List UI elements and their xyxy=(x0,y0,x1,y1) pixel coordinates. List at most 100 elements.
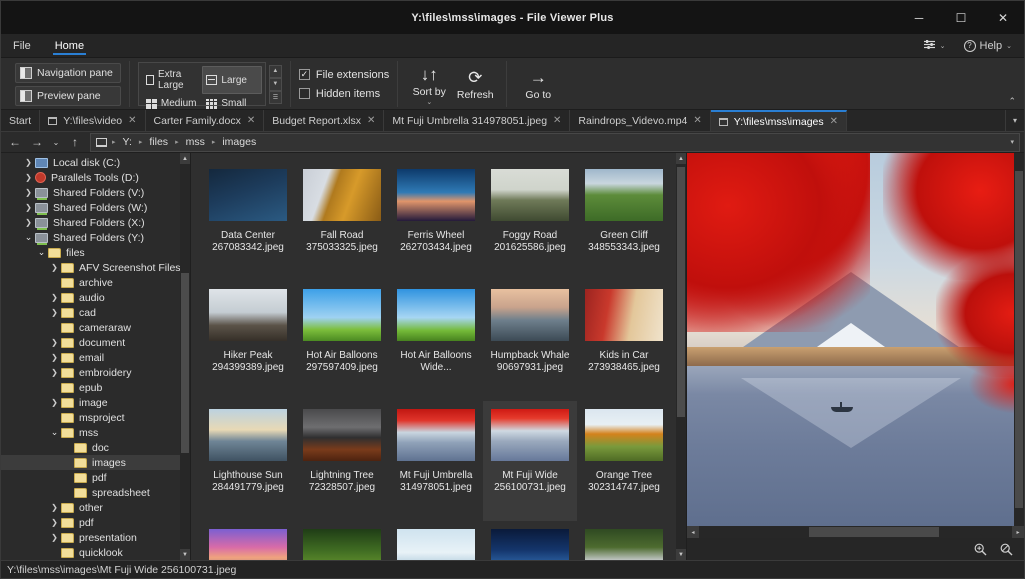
forward-button[interactable]: → xyxy=(27,133,47,152)
sort-by-button[interactable]: ↓↑ Sort by ⌄ xyxy=(406,64,452,106)
tree-twisty-collapsed-icon[interactable]: ❯ xyxy=(48,263,61,272)
size-option-extra-large[interactable]: Extra Large xyxy=(142,66,202,94)
grid-scroll-up-icon[interactable]: ▲ xyxy=(676,153,686,164)
tree-twisty-collapsed-icon[interactable]: ❯ xyxy=(22,173,35,182)
tree-twisty-collapsed-icon[interactable]: ❯ xyxy=(48,338,61,347)
tree-item-pdf[interactable]: ❯ pdf xyxy=(1,515,180,530)
tab-close-icon[interactable]: ✕ xyxy=(830,116,838,127)
preview-horizontal-scrollbar[interactable]: ◂ ▸ xyxy=(687,526,1024,538)
preview-vertical-scrollbar[interactable] xyxy=(1014,153,1024,526)
tree-twisty-expanded-icon[interactable]: ⌄ xyxy=(48,427,61,438)
hidden-items-checkbox[interactable]: Hidden items xyxy=(298,88,389,100)
tree-item-epub[interactable]: epub xyxy=(1,380,180,395)
go-to-button[interactable]: → Go to xyxy=(515,67,561,102)
breadcrumb-dropdown-icon[interactable]: ▾ xyxy=(1010,138,1014,146)
file-item-cityskyline[interactable] xyxy=(483,521,577,560)
file-item-mt-fuji-wide[interactable]: Mt Fuji Wide 256100731.jpeg xyxy=(483,401,577,521)
file-item-lightning-tree[interactable]: Lightning Tree 72328507.jpeg xyxy=(295,401,389,521)
tree-twisty-collapsed-icon[interactable]: ❯ xyxy=(48,398,61,407)
tab-images-folder[interactable]: Y:\files\mss\images ✕ xyxy=(710,110,848,131)
tree-twisty-collapsed-icon[interactable]: ❯ xyxy=(48,353,61,362)
file-item-sailboat[interactable] xyxy=(389,521,483,560)
breadcrumb-item-drive[interactable]: Y: xyxy=(119,136,136,148)
tab-close-icon[interactable]: ✕ xyxy=(367,115,375,126)
preview-hscroll-track[interactable] xyxy=(699,526,1012,538)
close-button[interactable]: ✕ xyxy=(982,1,1024,34)
preview-hscroll-thumb[interactable] xyxy=(809,527,939,537)
tree-item-images[interactable]: images xyxy=(1,455,180,470)
tree-twisty-collapsed-icon[interactable]: ❯ xyxy=(48,518,61,527)
tab-start[interactable]: Start xyxy=(1,110,41,131)
tree-item-embroidery[interactable]: ❯ embroidery xyxy=(1,365,180,380)
tree-item-parallels-tools-d[interactable]: ❯ Parallels Tools (D:) xyxy=(1,170,180,185)
tab-list-dropdown-icon[interactable]: ▾ xyxy=(1006,110,1024,131)
tree-item-other[interactable]: ❯ other xyxy=(1,500,180,515)
breadcrumb-item-images[interactable]: images xyxy=(218,136,260,148)
recent-locations-button[interactable]: ⌄ xyxy=(49,133,63,152)
tree-twisty-collapsed-icon[interactable]: ❯ xyxy=(48,368,61,377)
file-item-orange-tree[interactable]: Orange Tree 302314747.jpeg xyxy=(577,401,671,521)
preview-image[interactable] xyxy=(687,153,1014,526)
file-item-greenroad[interactable] xyxy=(295,521,389,560)
breadcrumb-item-mss[interactable]: mss xyxy=(182,136,209,148)
size-option-large[interactable]: Large xyxy=(202,66,262,94)
tree-scrollbar[interactable]: ▲ ▼ xyxy=(180,153,190,560)
file-item-fall-road[interactable]: Fall Road 375033325.jpeg xyxy=(295,161,389,281)
tree-item-archive[interactable]: archive xyxy=(1,275,180,290)
tree-item-spreadsheet[interactable]: spreadsheet xyxy=(1,485,180,500)
breadcrumb-item-files[interactable]: files xyxy=(145,136,172,148)
tree-item-quicklook[interactable]: quicklook xyxy=(1,545,180,560)
size-spinner-down[interactable]: ☰ xyxy=(268,90,282,104)
tree-scrollbar-thumb[interactable] xyxy=(181,273,189,453)
options-button[interactable]: ⌄ xyxy=(919,37,950,55)
file-extensions-checkbox[interactable]: ✓ File extensions xyxy=(298,69,389,81)
maximize-button[interactable]: ☐ xyxy=(940,1,982,34)
tree-item-presentation[interactable]: ❯ presentation xyxy=(1,530,180,545)
file-item-data-center[interactable]: Data Center 267083342.jpeg xyxy=(201,161,295,281)
tab-close-icon[interactable]: ✕ xyxy=(128,115,136,126)
tab-budget-report-xlsx[interactable]: Budget Report.xlsx ✕ xyxy=(264,110,385,131)
tab-close-icon[interactable]: ✕ xyxy=(247,115,255,126)
tab-mt-fuji-umbrella[interactable]: Mt Fuji Umbrella 314978051.jpeg ✕ xyxy=(384,110,571,131)
tree-twisty-collapsed-icon[interactable]: ❯ xyxy=(48,293,61,302)
tree-twisty-collapsed-icon[interactable]: ❯ xyxy=(22,203,35,212)
navigation-pane-toggle[interactable]: Navigation pane xyxy=(15,62,121,83)
tree-twisty-collapsed-icon[interactable]: ❯ xyxy=(48,533,61,542)
tree-twisty-collapsed-icon[interactable]: ❯ xyxy=(48,503,61,512)
file-item-mt-fuji-umbrella[interactable]: Mt Fuji Umbrella 314978051.jpeg xyxy=(389,401,483,521)
tree-item-shared-folders-x[interactable]: ❯ Shared Folders (X:) xyxy=(1,215,180,230)
tree-item-afv-screenshot-files[interactable]: ❯ AFV Screenshot Files xyxy=(1,260,180,275)
size-spinner-up[interactable]: ▲ xyxy=(268,64,282,78)
tab-close-icon[interactable]: ✕ xyxy=(693,115,701,126)
file-item-ferris-wheel[interactable]: Ferris Wheel 262703434.jpeg xyxy=(389,161,483,281)
preview-hscroll-left-icon[interactable]: ◂ xyxy=(687,526,699,538)
size-option-small[interactable]: Small xyxy=(202,95,262,112)
file-item-whitecar[interactable] xyxy=(577,521,671,560)
preview-hscroll-right-icon[interactable]: ▸ xyxy=(1012,526,1024,538)
tree-item-shared-folders-y[interactable]: ⌄ Shared Folders (Y:) xyxy=(1,230,180,245)
ribbon-collapse-chevron-icon[interactable]: ⌃ xyxy=(1008,96,1016,107)
tree-twisty-collapsed-icon[interactable]: ❯ xyxy=(48,308,61,317)
file-item-hiker-peak[interactable]: Hiker Peak 294399389.jpeg xyxy=(201,281,295,401)
tree-scroll-down-icon[interactable]: ▼ xyxy=(180,549,190,560)
menu-item-file[interactable]: File xyxy=(1,34,43,57)
tree-item-msproject[interactable]: msproject xyxy=(1,410,180,425)
tab-raindrops-videvo-mp4[interactable]: Raindrops_Videvo.mp4 ✕ xyxy=(570,110,711,131)
file-item-sunsetpier[interactable] xyxy=(201,521,295,560)
tree-twisty-collapsed-icon[interactable]: ❯ xyxy=(22,158,35,167)
tree-item-cameraraw[interactable]: cameraraw xyxy=(1,320,180,335)
file-grid-scrollbar[interactable]: ▲ ▼ xyxy=(676,153,686,560)
size-option-medium[interactable]: Medium xyxy=(142,95,202,112)
file-item-lighthouse-sun[interactable]: Lighthouse Sun 284491779.jpeg xyxy=(201,401,295,521)
tab-carter-family-docx[interactable]: Carter Family.docx ✕ xyxy=(146,110,265,131)
breadcrumb[interactable]: ▸ Y: ▸ files ▸ mss ▸ images ▾ xyxy=(90,132,1020,152)
help-button[interactable]: ? Help ⌄ xyxy=(960,38,1017,54)
tab-video-folder[interactable]: Y:\files\video ✕ xyxy=(40,110,146,131)
tree-item-pdf[interactable]: pdf xyxy=(1,470,180,485)
tree-item-cad[interactable]: ❯ cad xyxy=(1,305,180,320)
tree-item-audio[interactable]: ❯ audio xyxy=(1,290,180,305)
tree-item-document[interactable]: ❯ document xyxy=(1,335,180,350)
zoom-out-icon[interactable] xyxy=(994,539,1018,559)
preview-vscroll-thumb[interactable] xyxy=(1015,171,1023,508)
tab-close-icon[interactable]: ✕ xyxy=(553,115,561,126)
